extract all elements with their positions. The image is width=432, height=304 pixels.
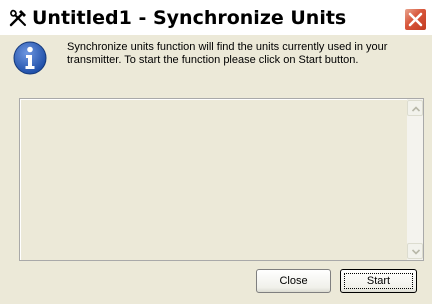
close-button[interactable]: Close bbox=[256, 269, 331, 293]
message-line-1: Synchronize units function will find the… bbox=[67, 41, 388, 53]
start-button[interactable]: Start bbox=[340, 269, 417, 293]
scroll-down-button[interactable] bbox=[407, 243, 423, 259]
chevron-down-icon bbox=[412, 249, 420, 255]
close-icon bbox=[408, 12, 423, 27]
window-title: Untitled1 - Synchronize Units bbox=[32, 7, 347, 29]
window-close-button[interactable] bbox=[404, 8, 427, 31]
close-button-label: Close bbox=[279, 275, 308, 287]
synchronize-units-dialog: Untitled1 - Synchronize Units Synchroniz… bbox=[0, 0, 432, 304]
focus-ring bbox=[344, 273, 413, 289]
scroll-up-button[interactable] bbox=[407, 100, 423, 116]
units-list[interactable] bbox=[19, 98, 424, 261]
vertical-scrollbar[interactable] bbox=[407, 99, 423, 260]
info-message: Synchronize units function will find the… bbox=[67, 41, 417, 67]
chevron-up-icon bbox=[412, 106, 420, 112]
message-line-2: transmitter. To start the function pleas… bbox=[67, 54, 359, 66]
title-bar[interactable]: Untitled1 - Synchronize Units bbox=[0, 0, 432, 35]
info-icon bbox=[13, 41, 47, 75]
tools-icon bbox=[9, 9, 26, 27]
